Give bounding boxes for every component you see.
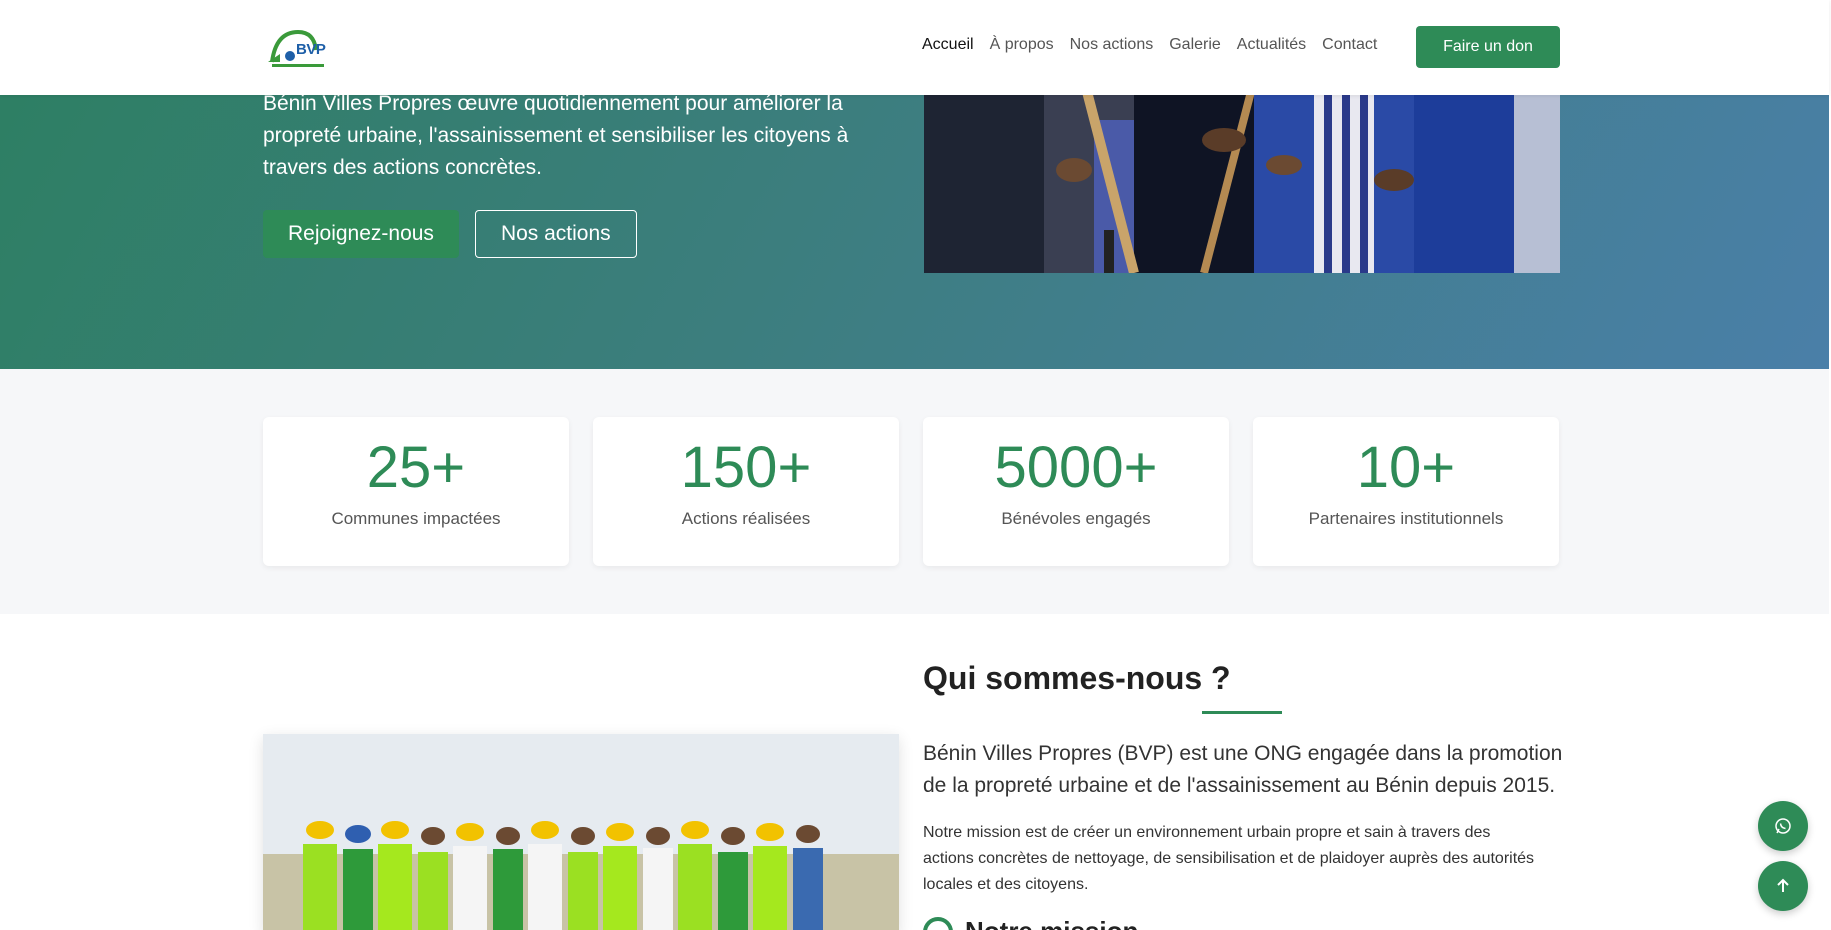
- stat-card-partenaires: 10+ Partenaires institutionnels: [1253, 417, 1559, 566]
- nav-item-nos-actions[interactable]: Nos actions: [1070, 36, 1154, 54]
- mission-label: Notre mission: [965, 916, 1138, 930]
- nav-item-a-propos[interactable]: À propos: [990, 36, 1054, 54]
- stat-label: Communes impactées: [331, 509, 501, 528]
- stat-value: 10+: [1356, 435, 1456, 500]
- join-button[interactable]: Rejoignez-nous: [263, 210, 459, 258]
- site-header: BVP Accueil À propos Nos actions Galerie…: [0, 0, 1829, 95]
- stat-value: 5000+: [994, 435, 1158, 500]
- title-underline: [1202, 711, 1282, 714]
- main-nav: Accueil À propos Nos actions Galerie Act…: [922, 36, 1393, 54]
- target-icon: [923, 916, 953, 930]
- stat-value: 150+: [680, 435, 812, 500]
- mission-heading: Notre mission: [923, 916, 1138, 930]
- whatsapp-button[interactable]: [1758, 801, 1808, 851]
- back-to-top-button[interactable]: [1758, 861, 1808, 911]
- stat-card-actions: 150+ Actions réalisées: [593, 417, 899, 566]
- about-title: Qui sommes-nous ?: [923, 660, 1231, 696]
- stat-value: 25+: [366, 435, 466, 500]
- nav-item-contact[interactable]: Contact: [1322, 36, 1377, 54]
- about-lead: Bénin Villes Propres (BVP) est une ONG e…: [923, 742, 1563, 797]
- stat-label: Bénévoles engagés: [1001, 509, 1151, 528]
- about-image: [263, 734, 899, 930]
- whatsapp-icon: [1775, 818, 1791, 834]
- hero-photo: [924, 80, 1560, 273]
- hero-text: Bénin Villes Propres œuvre quotidienneme…: [263, 92, 849, 179]
- stat-label: Partenaires institutionnels: [1308, 509, 1504, 528]
- donate-button[interactable]: Faire un don: [1416, 26, 1560, 68]
- nav-item-accueil[interactable]: Accueil: [922, 36, 974, 54]
- about-body: Notre mission est de créer un environnem…: [923, 824, 1535, 893]
- hero-buttons: Rejoignez-nous Nos actions: [263, 210, 637, 258]
- stat-card-benevoles: 5000+ Bénévoles engagés: [923, 417, 1229, 566]
- nav-item-actualites[interactable]: Actualités: [1237, 36, 1306, 54]
- our-actions-button[interactable]: Nos actions: [474, 210, 637, 258]
- stats-section: 25+ Communes impactées 150+ Actions réal…: [0, 369, 1829, 614]
- arrow-up-icon: [1777, 878, 1789, 892]
- stat-card-communes: 25+ Communes impactées: [263, 417, 569, 566]
- nav-item-galerie[interactable]: Galerie: [1169, 36, 1221, 54]
- logo-text: BVP: [296, 41, 326, 58]
- stat-label: Actions réalisées: [681, 509, 811, 528]
